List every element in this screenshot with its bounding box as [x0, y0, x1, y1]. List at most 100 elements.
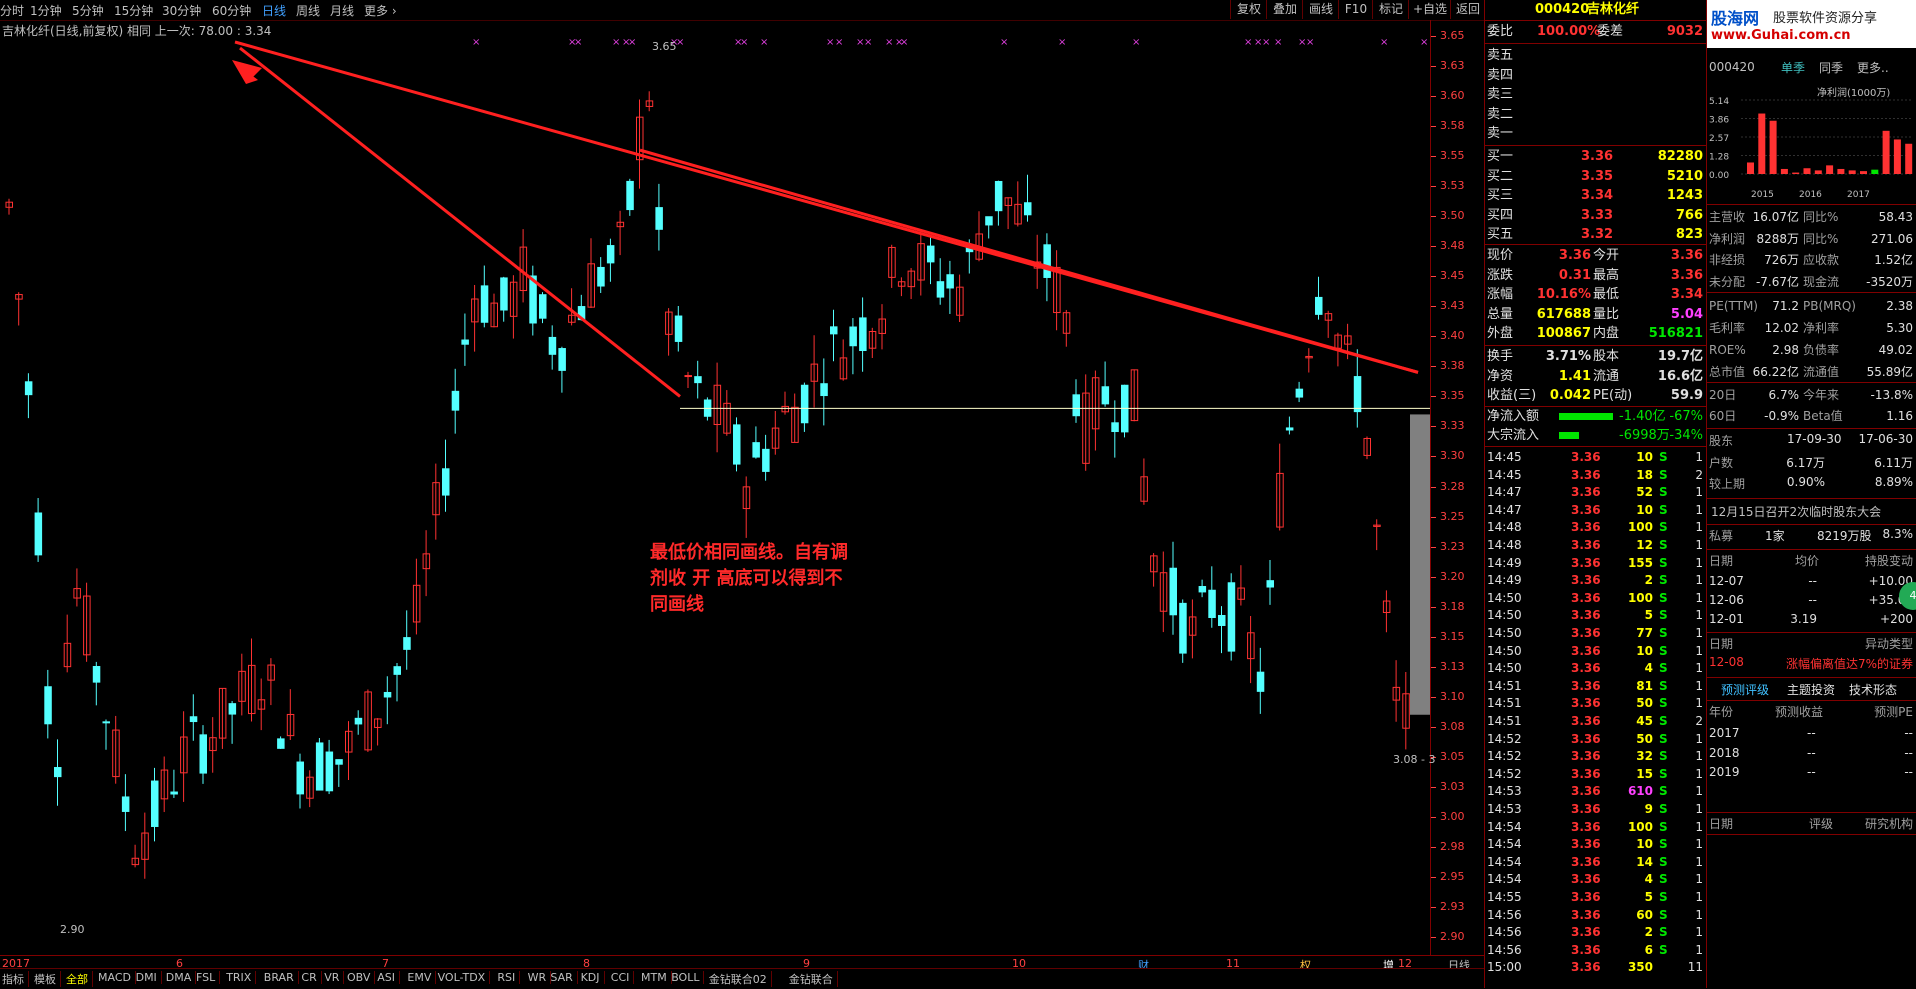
- tick-row: 14:56 3.36 2 S 1: [1485, 924, 1707, 941]
- add-watchlist-button[interactable]: +自选: [1408, 0, 1451, 19]
- draw-line-button[interactable]: 画线: [1302, 0, 1339, 19]
- indicator-tab-18[interactable]: KDJ: [581, 971, 605, 984]
- candle-down: [354, 717, 363, 725]
- forecast-header: 年份 预测收益 预测PE: [1707, 703, 1916, 722]
- candle-down: [694, 376, 702, 384]
- period-more[interactable]: 更多 ›: [364, 2, 397, 19]
- stat-value-1: 0.042: [1549, 388, 1591, 403]
- stat-value-1: 0.31: [1558, 267, 1591, 283]
- tick-price: 3.36: [1571, 925, 1601, 940]
- sell-level-row: 卖一: [1485, 124, 1707, 143]
- holders-value-2: 8.89%: [1874, 475, 1913, 489]
- period-60min[interactable]: 60分钟: [212, 2, 251, 19]
- y-tick-mark: [1431, 486, 1436, 488]
- indicator-tab-12[interactable]: ASI: [377, 971, 400, 984]
- tick-count: 1: [1695, 942, 1703, 957]
- indicator-tab-11[interactable]: OBV: [347, 971, 376, 984]
- net-profit-chart: 5.14 3.86 2.57 1.28 0.00 2015 2016 2017: [1709, 97, 1913, 200]
- period-weekly[interactable]: 周线: [296, 2, 320, 19]
- candle-down: [34, 512, 43, 556]
- quote-stat-row: 总量 617688 量比 5.04: [1485, 305, 1707, 324]
- indicator-tab-10[interactable]: VR: [324, 971, 345, 984]
- tab-more[interactable]: 更多..: [1857, 59, 1889, 76]
- period-fenshi[interactable]: 分时: [0, 2, 24, 19]
- indicator-tab-0[interactable]: 指标: [2, 971, 29, 987]
- stat-label-1: 涨幅: [1487, 287, 1514, 302]
- stat-value-2: 19.7亿: [1657, 349, 1703, 364]
- rating-h-grade: 评级: [1809, 817, 1834, 831]
- webi-value: 100.00%: [1537, 24, 1601, 39]
- quote-panel: 000420 吉林化纤 委比 100.00% 委差 9032 卖五 卖四 卖三 卖二卖…: [1484, 0, 1707, 988]
- indicator-tab-2[interactable]: 全部: [66, 971, 93, 987]
- y-tick-label: 3.38: [1440, 359, 1465, 373]
- tick-side: S: [1659, 643, 1668, 658]
- period-5min[interactable]: 5分钟: [72, 2, 104, 19]
- back-button[interactable]: 返回: [1450, 0, 1485, 19]
- tab-theme[interactable]: 主题投资: [1787, 681, 1835, 698]
- indicator-tab-3[interactable]: MACD: [98, 971, 136, 984]
- holders-value-1: 6.17万: [1786, 456, 1825, 470]
- candle-down: [315, 742, 324, 791]
- tab-single-quarter[interactable]: 单季: [1781, 59, 1805, 76]
- candle-down: [335, 759, 343, 765]
- meeting-notice[interactable]: 12月15日召开2次临时股东大会: [1711, 503, 1881, 520]
- f10-value-2: -13.8%: [1870, 388, 1913, 402]
- indicator-tab-9[interactable]: CR: [301, 971, 322, 984]
- period-15min[interactable]: 15分钟: [114, 2, 153, 19]
- f10-value-1: 66.22亿: [1752, 365, 1799, 379]
- indicator-tab-5[interactable]: DMA: [166, 971, 197, 984]
- logo-slogan: 股票软件资源分享: [1773, 11, 1878, 26]
- tab-same-quarter[interactable]: 同季: [1819, 59, 1843, 76]
- tick-price: 3.36: [1571, 872, 1601, 887]
- private-label: 私募: [1709, 529, 1734, 543]
- tick-side: S: [1659, 942, 1668, 957]
- indicator-tab-23[interactable]: 金钻联合: [789, 971, 838, 987]
- indicator-tab-13[interactable]: EMV: [407, 971, 437, 984]
- tick-time: 14:51: [1487, 696, 1522, 711]
- period-1min[interactable]: 1分钟: [30, 2, 62, 19]
- period-daily[interactable]: 日线: [262, 2, 286, 19]
- tick-side: S: [1659, 854, 1668, 869]
- tab-pattern[interactable]: 技术形态: [1849, 681, 1897, 698]
- tick-volume: 9: [1644, 802, 1653, 816]
- anomaly-h-type: 异动类型: [1864, 637, 1913, 651]
- y-tick-mark: [1431, 216, 1436, 218]
- candle-down: [54, 767, 62, 778]
- indicator-tab-19[interactable]: CCI: [611, 971, 635, 984]
- fuquan-button[interactable]: 复权: [1230, 0, 1267, 19]
- mark-button[interactable]: 标记: [1372, 0, 1409, 19]
- indicator-tab-6[interactable]: FSL: [196, 971, 221, 984]
- indicator-tab-16[interactable]: WR: [528, 971, 552, 984]
- indicator-tab-15[interactable]: RSI: [497, 971, 521, 984]
- period-30min[interactable]: 30分钟: [162, 2, 201, 19]
- anomaly-type: 涨幅偏离值达7%的证券: [1785, 657, 1913, 671]
- period-monthly[interactable]: 月线: [330, 2, 354, 19]
- y-tick-label: 3.33: [1440, 419, 1465, 433]
- stock-code: 000420: [1535, 2, 1590, 17]
- candle-down: [199, 734, 207, 774]
- kline-chart[interactable]: × ×× × ×× ×× ×× × × × × × × ×× × × × × × × × × × × ×: [0, 20, 1430, 955]
- indicator-tab-4[interactable]: DMI: [136, 971, 162, 984]
- indicator-tab-14[interactable]: VOL-TDX: [438, 971, 491, 984]
- tick-price: 3.36: [1571, 854, 1601, 869]
- indicator-tab-8[interactable]: BRAR: [264, 971, 299, 984]
- indicator-tab-1[interactable]: 模板: [34, 971, 61, 987]
- tick-row: 14:50 3.36 5 S 1: [1485, 607, 1707, 624]
- y-tick-mark: [1431, 456, 1436, 458]
- indicator-tab-22[interactable]: 金钻联合02: [709, 971, 772, 987]
- tick-side: S: [1659, 749, 1668, 764]
- profit-bar: [1780, 168, 1788, 174]
- tick-time: 14:50: [1487, 608, 1522, 623]
- tab-forecast[interactable]: 预测评级: [1721, 681, 1769, 698]
- indicator-tab-20[interactable]: MTM: [641, 971, 672, 984]
- y-tick-label: 3.63: [1440, 59, 1465, 73]
- overlay-button[interactable]: 叠加: [1266, 0, 1303, 19]
- f10-button[interactable]: F10: [1338, 0, 1373, 19]
- indicator-tab-7[interactable]: TRIX: [226, 971, 257, 984]
- tick-time: 14:56: [1487, 942, 1522, 957]
- candle-down: [820, 383, 828, 397]
- holdchange-date: 12-06: [1709, 593, 1744, 607]
- tick-volume: 10: [1636, 502, 1653, 517]
- indicator-tab-21[interactable]: BOLL: [671, 971, 705, 984]
- indicator-tab-17[interactable]: SAR: [550, 971, 578, 984]
